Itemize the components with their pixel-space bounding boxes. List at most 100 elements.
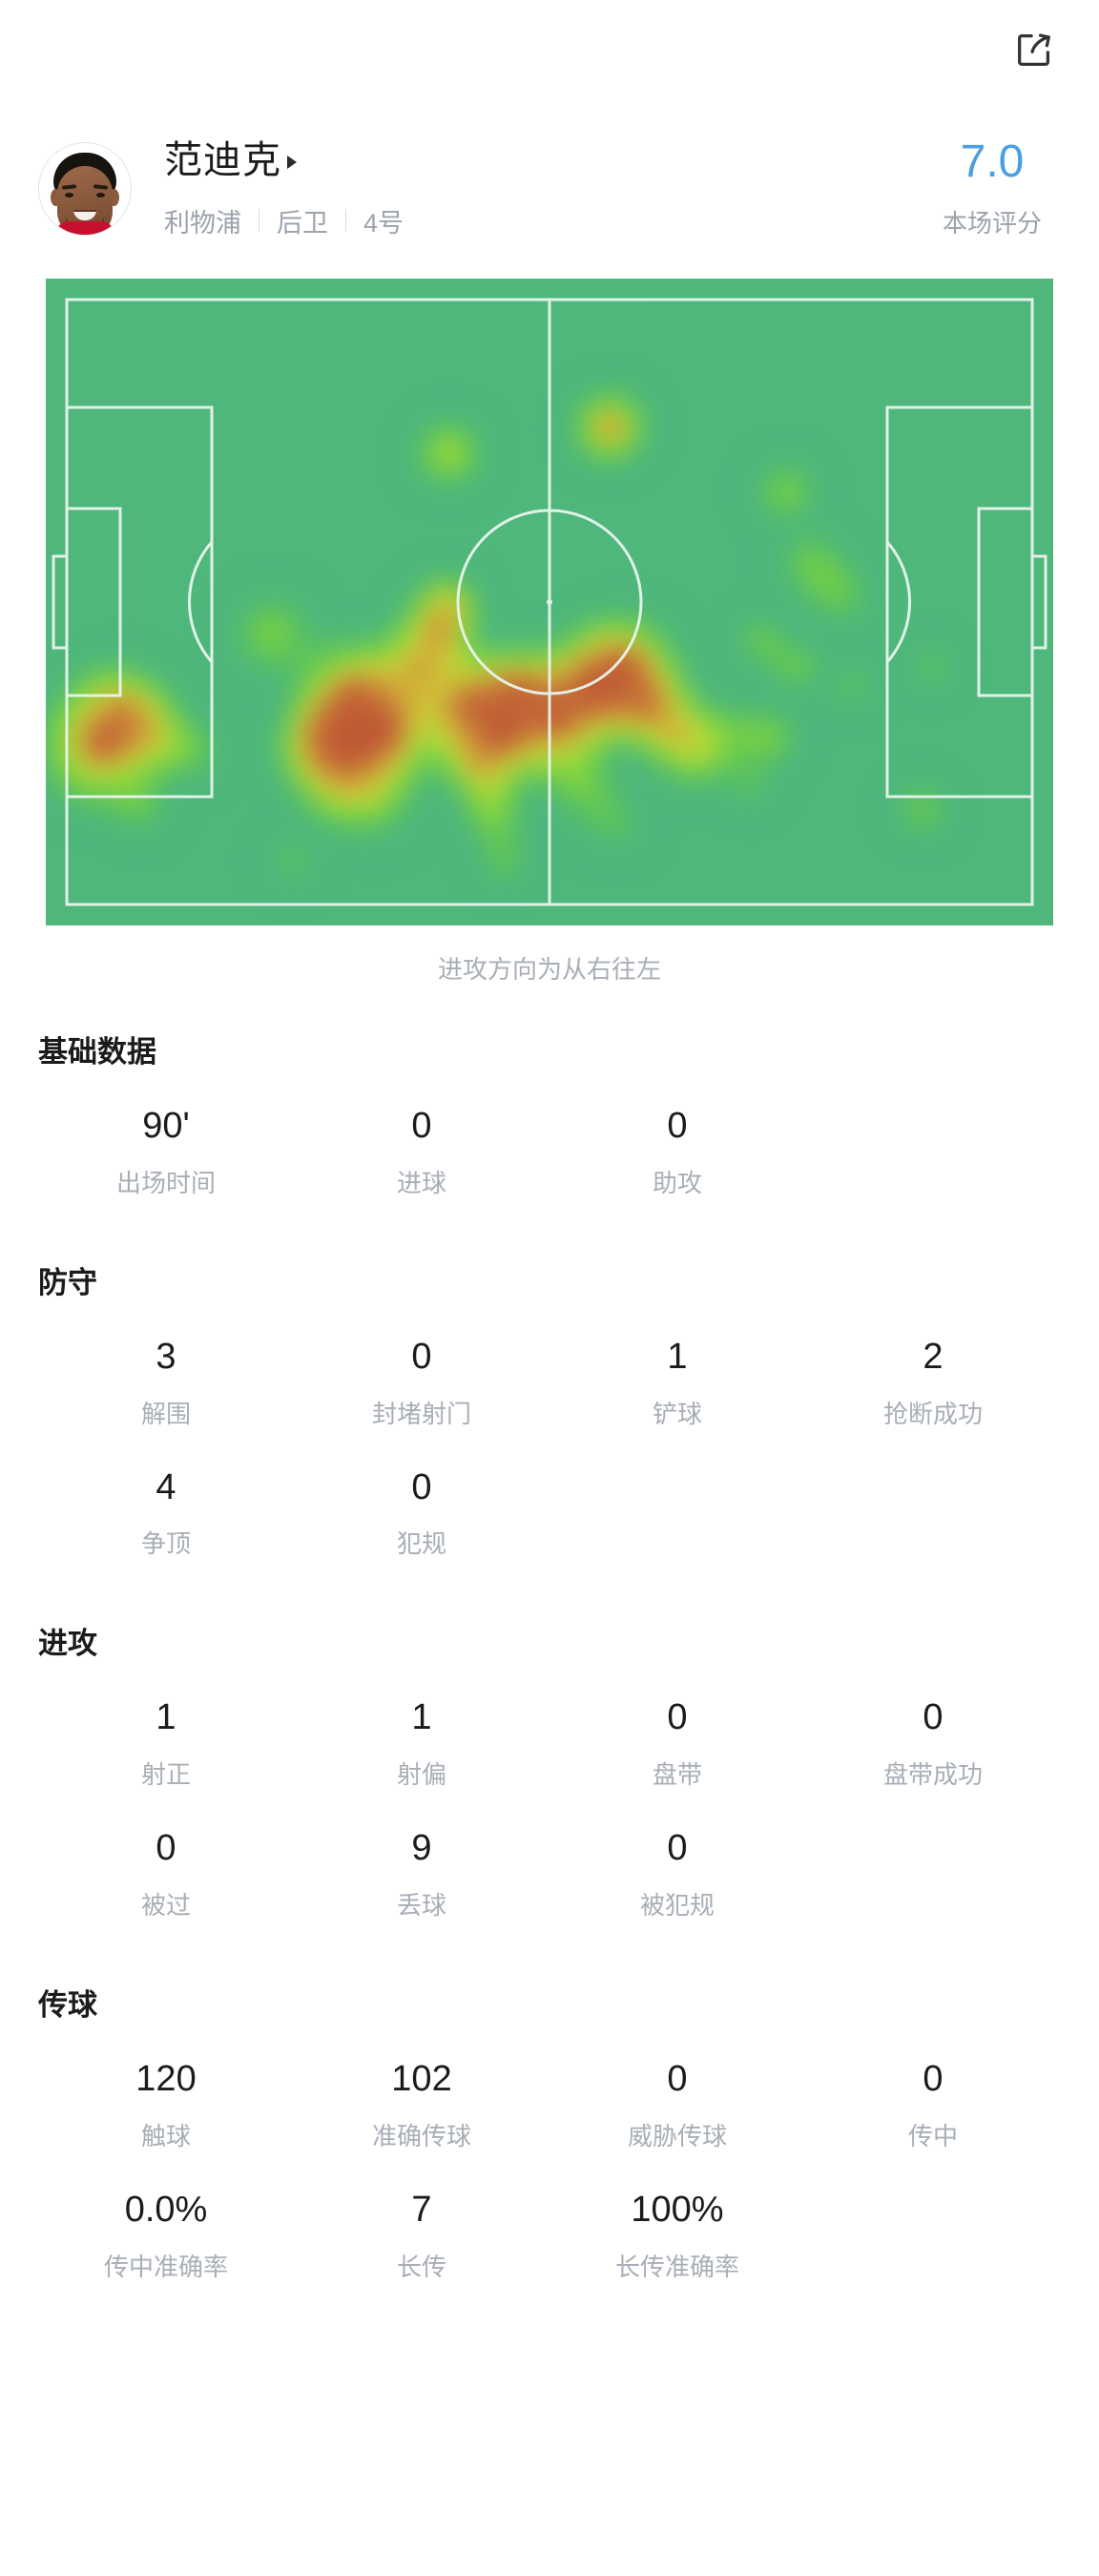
stat-value: 0 bbox=[667, 2058, 688, 2099]
stat-cell: 0 助攻 bbox=[550, 1095, 805, 1216]
stat-label: 传中准确率 bbox=[103, 2252, 228, 2281]
stat-row: 0 被过 9 丢球 0 被犯规 bbox=[38, 1818, 1061, 1939]
share-icon bbox=[1012, 28, 1056, 72]
stat-value: 0 bbox=[667, 1106, 688, 1146]
player-team: 利物浦 bbox=[164, 208, 241, 238]
stat-label: 长传准确率 bbox=[614, 2252, 739, 2281]
stat-row: 0.0% 传中准确率 7 长传 100% 长传准确率 bbox=[38, 2179, 1061, 2300]
stat-cell: 9 丢球 bbox=[294, 1818, 550, 1939]
stat-value: 120 bbox=[135, 2058, 197, 2099]
stat-cell: 0 传中 bbox=[805, 2048, 1061, 2170]
stats-section: 传球 120 触球 102 准确传球 0 威胁传球 0 传中 0.0% 传中准确率 7 长传 100% 长传… bbox=[38, 1981, 1061, 2300]
portrait-eye-left bbox=[65, 193, 73, 197]
section-title: 进攻 bbox=[38, 1627, 97, 1661]
section-title: 基础数据 bbox=[38, 1035, 156, 1069]
stat-label: 长传 bbox=[396, 2252, 446, 2281]
stat-row: 120 触球 102 准确传球 0 威胁传球 0 传中 bbox=[38, 2048, 1061, 2170]
avatar[interactable] bbox=[38, 142, 132, 236]
stats-container: 基础数据 90' 出场时间 0 进球 0 助攻 防守 3 解围 0 封堵射门 1 铲球 2 抢断成功 4 争顶 0 犯… bbox=[0, 1028, 1099, 2300]
stat-label: 射正 bbox=[140, 1760, 191, 1790]
stats-section: 进攻 1 射正 1 射偏 0 盘带 0 盘带成功 0 被过 9 丢球 0 被犯规 bbox=[38, 1619, 1061, 1939]
stat-cell: 2 抢断成功 bbox=[805, 1326, 1061, 1447]
stat-cell: 1 射偏 bbox=[294, 1687, 550, 1808]
stat-label: 铲球 bbox=[652, 1399, 702, 1428]
stats-section: 基础数据 90' 出场时间 0 进球 0 助攻 bbox=[38, 1028, 1061, 1216]
stat-cell: 0.0% 传中准确率 bbox=[38, 2179, 294, 2300]
stat-label: 准确传球 bbox=[371, 2121, 471, 2150]
stat-cell: 90' 出场时间 bbox=[38, 1095, 294, 1216]
stat-value: 0 bbox=[923, 1697, 943, 1738]
top-bar bbox=[0, 0, 1099, 113]
player-info: 范迪克 利物浦 后卫 4号 bbox=[164, 139, 404, 239]
stat-row: 3 解围 0 封堵射门 1 铲球 2 抢断成功 bbox=[38, 1326, 1061, 1447]
stat-value: 102 bbox=[391, 2058, 452, 2099]
stat-label: 传中 bbox=[907, 2121, 958, 2150]
stat-value: 100% bbox=[631, 2189, 724, 2230]
rating-value: 7.0 bbox=[960, 135, 1025, 187]
stat-label: 触球 bbox=[140, 2121, 191, 2150]
portrait-eye-right bbox=[96, 193, 105, 197]
stat-row: 90' 出场时间 0 进球 0 助攻 bbox=[38, 1095, 1061, 1216]
meta-divider-2 bbox=[345, 209, 346, 232]
section-title: 传球 bbox=[38, 1987, 97, 2022]
rating-label: 本场评分 bbox=[942, 208, 1042, 238]
stats-section: 防守 3 解围 0 封堵射门 1 铲球 2 抢断成功 4 争顶 0 犯规 bbox=[38, 1258, 1061, 1578]
stat-cell: 0 进球 bbox=[294, 1095, 550, 1216]
stat-row: 1 射正 1 射偏 0 盘带 0 盘带成功 bbox=[38, 1687, 1061, 1808]
stat-value: 0 bbox=[923, 2058, 943, 2099]
match-rating: 7.0 本场评分 bbox=[942, 135, 1061, 239]
stat-cell: 0 盘带成功 bbox=[805, 1687, 1061, 1808]
player-name: 范迪克 bbox=[164, 138, 281, 181]
stat-cell: 7 长传 bbox=[294, 2179, 550, 2300]
stat-cell: 0 被过 bbox=[38, 1818, 294, 1939]
stat-cell: 3 解围 bbox=[38, 1326, 294, 1447]
stat-label: 被过 bbox=[140, 1890, 191, 1920]
player-portrait bbox=[39, 143, 131, 235]
player-header: 范迪克 利物浦 后卫 4号 7.0 本场评分 bbox=[0, 113, 1099, 265]
heatmap-caption: 进攻方向为从右往左 bbox=[437, 955, 661, 984]
stat-label: 盘带成功 bbox=[882, 1760, 983, 1790]
stat-label: 解围 bbox=[140, 1399, 191, 1428]
stat-label: 盘带 bbox=[652, 1760, 702, 1790]
stat-cell: 102 准确传球 bbox=[294, 2048, 550, 2170]
stat-label: 犯规 bbox=[396, 1529, 446, 1559]
heatmap-section: 进攻方向为从右往左 bbox=[0, 265, 1099, 986]
pitch-heatmap[interactable] bbox=[46, 279, 1053, 925]
stat-value: 4 bbox=[156, 1466, 176, 1507]
stat-cell: 0 封堵射门 bbox=[294, 1326, 550, 1447]
stat-cell: 0 被犯规 bbox=[550, 1818, 805, 1939]
stat-cell: 1 射正 bbox=[38, 1687, 294, 1808]
stat-label: 争顶 bbox=[140, 1529, 191, 1559]
stat-value: 1 bbox=[156, 1697, 176, 1738]
stat-row: 4 争顶 0 犯规 bbox=[38, 1457, 1061, 1578]
stat-cell: 1 铲球 bbox=[550, 1326, 805, 1447]
stat-cell: 0 盘带 bbox=[550, 1687, 805, 1808]
stat-label: 封堵射门 bbox=[371, 1399, 471, 1428]
stat-value: 1 bbox=[411, 1697, 432, 1738]
portrait-shirt bbox=[55, 221, 114, 235]
stat-label: 威胁传球 bbox=[627, 2121, 727, 2150]
stat-cell: 0 犯规 bbox=[294, 1457, 550, 1578]
stat-value: 0 bbox=[411, 1106, 432, 1146]
stat-label: 进球 bbox=[396, 1168, 446, 1197]
player-number: 4号 bbox=[363, 208, 404, 238]
share-button[interactable] bbox=[1006, 21, 1063, 78]
section-title: 防守 bbox=[38, 1265, 97, 1299]
stat-value: 0 bbox=[667, 1828, 688, 1869]
stat-value: 90' bbox=[142, 1106, 190, 1146]
chevron-right-icon bbox=[287, 155, 297, 169]
stat-value: 7 bbox=[411, 2189, 432, 2230]
stat-cell: 0 威胁传球 bbox=[550, 2048, 805, 2170]
stat-cell: 4 争顶 bbox=[38, 1457, 294, 1578]
player-name-link[interactable]: 范迪克 bbox=[164, 139, 404, 181]
stat-cell: 120 触球 bbox=[38, 2048, 294, 2170]
stat-label: 被犯规 bbox=[639, 1890, 715, 1920]
pitch-markings bbox=[52, 298, 1047, 906]
stat-label: 丢球 bbox=[396, 1890, 446, 1920]
stat-value: 9 bbox=[411, 1828, 432, 1869]
stat-value: 0.0% bbox=[124, 2189, 208, 2230]
stat-label: 出场时间 bbox=[115, 1168, 216, 1197]
stat-value: 3 bbox=[156, 1336, 176, 1377]
stat-cell: 100% 长传准确率 bbox=[550, 2179, 805, 2300]
stat-value: 2 bbox=[923, 1336, 943, 1377]
